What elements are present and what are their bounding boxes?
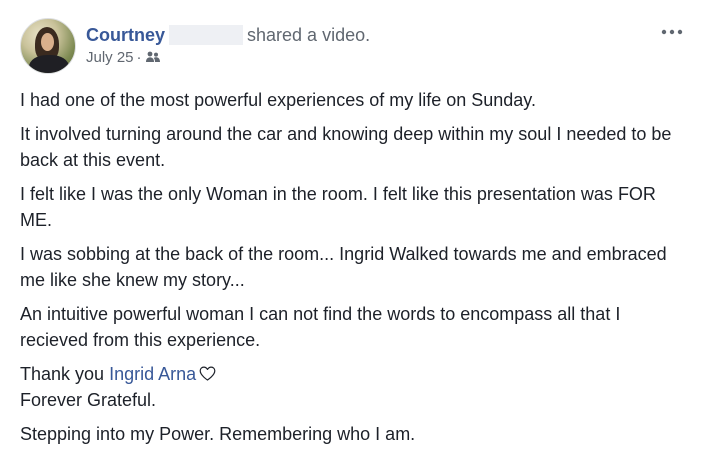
post-meta: Courtney shared a video. July 25 ·: [86, 24, 646, 72]
more-options-icon[interactable]: [660, 24, 684, 40]
mention-link[interactable]: Ingrid Arna: [109, 364, 196, 384]
post-paragraph: I was sobbing at the back of the room...…: [20, 244, 667, 290]
avatar-body: [29, 55, 69, 73]
closing-line: Forever Grateful.: [20, 390, 157, 410]
post-paragraph: I felt like I was the only Woman in the …: [20, 184, 656, 230]
post-paragraph: I had one of the most powerful experienc…: [20, 90, 536, 110]
heart-outline-icon: [199, 366, 216, 381]
post-paragraph: An intuitive powerful woman I can not fi…: [20, 304, 621, 350]
post-paragraph: It involved turning around the car and k…: [20, 124, 672, 170]
thanks-prefix: Thank you: [20, 364, 105, 384]
author-line: Courtney shared a video.: [86, 24, 646, 46]
friends-icon[interactable]: [145, 51, 161, 63]
post-date-link[interactable]: July 25: [86, 49, 134, 66]
date-separator: ·: [136, 49, 142, 66]
author-name-link[interactable]: Courtney: [86, 25, 165, 45]
avatar[interactable]: [20, 18, 76, 74]
thanks-line: Thank you Ingrid Arna: [20, 361, 688, 387]
avatar-face: [41, 33, 54, 51]
post-body: I had one of the most powerful experienc…: [20, 87, 688, 449]
post-action-text: shared a video.: [247, 25, 371, 45]
post-subline: July 25 ·: [86, 48, 646, 68]
post-header: Courtney shared a video. July 25 ·: [20, 18, 684, 78]
facebook-post: Courtney shared a video. July 25 · I had o…: [0, 0, 704, 449]
redacted-name-block: [169, 25, 244, 45]
final-line: Stepping into my Power. Remembering who …: [20, 424, 416, 444]
